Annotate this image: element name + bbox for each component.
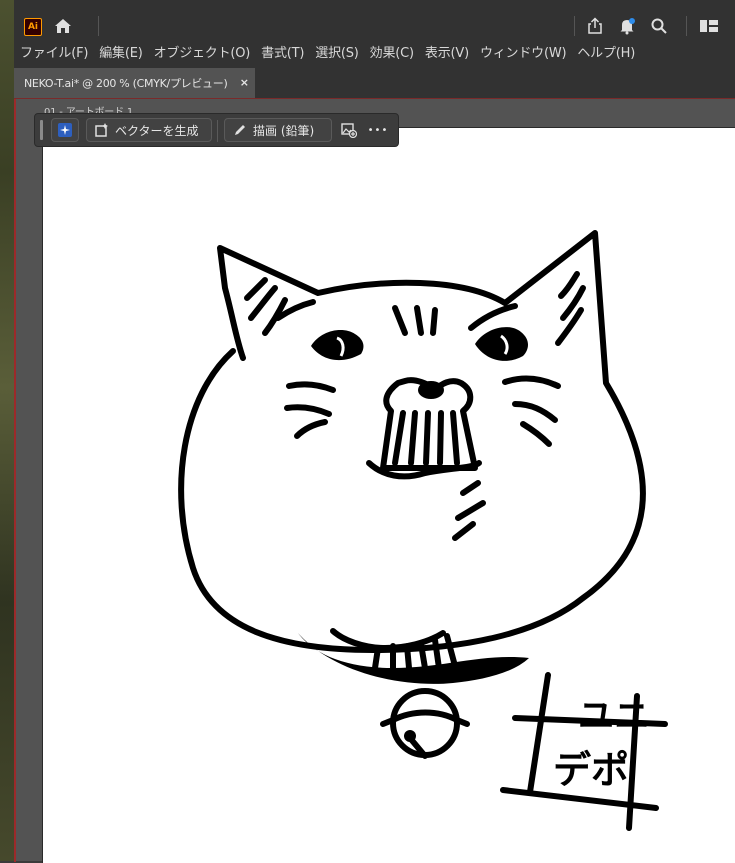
menu-view[interactable]: 表示(V) bbox=[425, 42, 469, 61]
home-icon[interactable] bbox=[52, 15, 74, 37]
menu-select[interactable]: 選択(S) bbox=[315, 42, 359, 61]
left-eye bbox=[311, 330, 364, 361]
bell-hole bbox=[404, 730, 416, 742]
separator bbox=[217, 120, 218, 142]
document-tab[interactable]: NEKO-T.ai* @ 200 % (CMYK/プレビュー) × bbox=[14, 68, 255, 98]
canvas-area[interactable]: 01 - アートボード 1 bbox=[14, 98, 735, 863]
menu-type[interactable]: 書式(T) bbox=[261, 42, 304, 61]
nose-tip bbox=[418, 381, 444, 399]
menu-window[interactable]: ウィンドウ(W) bbox=[480, 42, 567, 61]
chin bbox=[366, 460, 486, 541]
right-eye bbox=[475, 327, 528, 361]
menu-bar: ファイル(F) 編集(E) オブジェクト(O) 書式(T) 選択(S) 効果(C… bbox=[14, 38, 735, 64]
contextual-task-bar: ベクターを生成 描画 (鉛筆) ••• bbox=[34, 113, 399, 147]
image-add-icon bbox=[341, 123, 357, 138]
generate-vector-icon bbox=[95, 123, 108, 137]
pencil-icon bbox=[235, 125, 245, 135]
menu-edit[interactable]: 編集(E) bbox=[99, 42, 143, 61]
stamp-text-top: ユニ bbox=[578, 696, 650, 737]
layout-icon[interactable] bbox=[698, 15, 720, 37]
more-options-button[interactable]: ••• bbox=[365, 118, 391, 142]
artboard[interactable]: ユニ デポ bbox=[42, 127, 735, 863]
right-ear-inner bbox=[555, 271, 586, 346]
draw-pencil-button[interactable]: 描画 (鉛筆) bbox=[224, 118, 332, 142]
document-tab-label: NEKO-T.ai* @ 200 % (CMYK/プレビュー) bbox=[24, 77, 228, 90]
separator bbox=[686, 16, 687, 36]
image-add-button[interactable] bbox=[337, 118, 361, 142]
left-ear-inner bbox=[244, 277, 288, 336]
desktop-background bbox=[0, 0, 14, 861]
menu-file[interactable]: ファイル(F) bbox=[20, 42, 88, 61]
document-tab-bar: NEKO-T.ai* @ 200 % (CMYK/プレビュー) × bbox=[14, 64, 735, 98]
separator bbox=[574, 16, 575, 36]
drag-handle[interactable] bbox=[40, 120, 43, 140]
sparkle-icon bbox=[58, 123, 72, 137]
cat-illustration[interactable]: ユニ デポ bbox=[43, 128, 735, 863]
menu-help[interactable]: ヘルプ(H) bbox=[577, 42, 635, 61]
ai-generate-button[interactable] bbox=[51, 118, 79, 142]
close-tab-button[interactable]: × bbox=[240, 76, 249, 89]
right-whiskers bbox=[502, 375, 561, 447]
right-brow bbox=[468, 303, 518, 331]
more-icon: ••• bbox=[367, 124, 389, 136]
share-icon[interactable] bbox=[584, 15, 606, 37]
illustrator-window: Ai ファイル(F) 編集(E) オブジェクト(O) 書式(T) 選択(S) 効… bbox=[14, 0, 735, 863]
title-bar: Ai bbox=[14, 0, 735, 38]
draw-pencil-label: 描画 (鉛筆) bbox=[253, 123, 315, 138]
bell-icon[interactable] bbox=[616, 15, 638, 37]
stamp-text-bottom: デポ bbox=[553, 748, 629, 792]
bleed-guide bbox=[14, 99, 16, 862]
menu-object[interactable]: オブジェクト(O) bbox=[154, 42, 251, 61]
forehead-marks bbox=[392, 305, 438, 336]
search-icon[interactable] bbox=[648, 15, 670, 37]
generate-vector-button[interactable]: ベクターを生成 bbox=[86, 118, 212, 142]
generate-vector-label: ベクターを生成 bbox=[115, 123, 199, 138]
muzzle-lines bbox=[392, 410, 460, 466]
app-logo: Ai bbox=[24, 18, 42, 36]
left-whiskers bbox=[284, 381, 336, 439]
separator bbox=[98, 16, 99, 36]
menu-effect[interactable]: 効果(C) bbox=[370, 42, 414, 61]
bell bbox=[390, 688, 460, 758]
